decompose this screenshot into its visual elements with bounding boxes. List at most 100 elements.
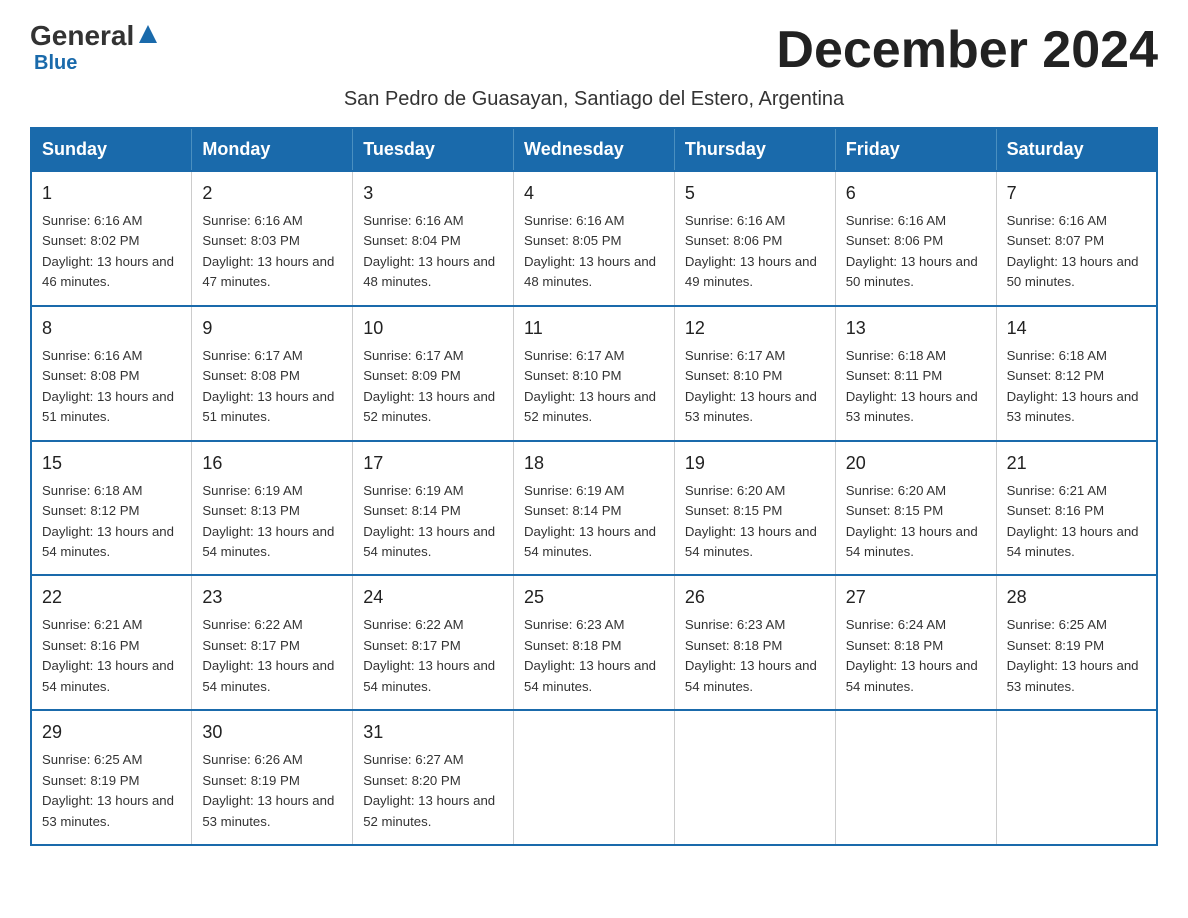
day-number: 18: [524, 450, 664, 477]
day-info: Sunrise: 6:16 AMSunset: 8:08 PMDaylight:…: [42, 348, 174, 424]
calendar-day-cell: 6 Sunrise: 6:16 AMSunset: 8:06 PMDayligh…: [835, 171, 996, 306]
day-info: Sunrise: 6:17 AMSunset: 8:09 PMDaylight:…: [363, 348, 495, 424]
day-number: 16: [202, 450, 342, 477]
day-number: 25: [524, 584, 664, 611]
weekday-header-saturday: Saturday: [996, 128, 1157, 171]
calendar-day-cell: 21 Sunrise: 6:21 AMSunset: 8:16 PMDaylig…: [996, 441, 1157, 576]
day-info: Sunrise: 6:16 AMSunset: 8:03 PMDaylight:…: [202, 213, 334, 289]
day-number: 24: [363, 584, 503, 611]
logo-general-text: General: [30, 20, 134, 52]
day-number: 31: [363, 719, 503, 746]
weekday-header-row: SundayMondayTuesdayWednesdayThursdayFrid…: [31, 128, 1157, 171]
day-info: Sunrise: 6:17 AMSunset: 8:10 PMDaylight:…: [685, 348, 817, 424]
weekday-header-monday: Monday: [192, 128, 353, 171]
calendar-day-cell: 15 Sunrise: 6:18 AMSunset: 8:12 PMDaylig…: [31, 441, 192, 576]
day-number: 4: [524, 180, 664, 207]
day-number: 21: [1007, 450, 1146, 477]
day-number: 27: [846, 584, 986, 611]
day-number: 5: [685, 180, 825, 207]
day-info: Sunrise: 6:25 AMSunset: 8:19 PMDaylight:…: [42, 752, 174, 828]
calendar-day-cell: 25 Sunrise: 6:23 AMSunset: 8:18 PMDaylig…: [514, 575, 675, 710]
day-info: Sunrise: 6:16 AMSunset: 8:06 PMDaylight:…: [846, 213, 978, 289]
calendar-day-cell: 24 Sunrise: 6:22 AMSunset: 8:17 PMDaylig…: [353, 575, 514, 710]
calendar-week-row: 15 Sunrise: 6:18 AMSunset: 8:12 PMDaylig…: [31, 441, 1157, 576]
header: General Blue December 2024: [30, 20, 1158, 80]
calendar-day-cell: 7 Sunrise: 6:16 AMSunset: 8:07 PMDayligh…: [996, 171, 1157, 306]
day-info: Sunrise: 6:16 AMSunset: 8:05 PMDaylight:…: [524, 213, 656, 289]
day-number: 11: [524, 315, 664, 342]
day-number: 8: [42, 315, 181, 342]
day-number: 20: [846, 450, 986, 477]
day-info: Sunrise: 6:19 AMSunset: 8:13 PMDaylight:…: [202, 483, 334, 559]
calendar-day-cell: [674, 710, 835, 845]
calendar-day-cell: 1 Sunrise: 6:16 AMSunset: 8:02 PMDayligh…: [31, 171, 192, 306]
day-number: 2: [202, 180, 342, 207]
weekday-header-friday: Friday: [835, 128, 996, 171]
calendar-day-cell: 20 Sunrise: 6:20 AMSunset: 8:15 PMDaylig…: [835, 441, 996, 576]
day-info: Sunrise: 6:20 AMSunset: 8:15 PMDaylight:…: [685, 483, 817, 559]
logo-blue-text: Blue: [34, 52, 77, 75]
day-info: Sunrise: 6:16 AMSunset: 8:07 PMDaylight:…: [1007, 213, 1139, 289]
day-number: 1: [42, 180, 181, 207]
calendar-day-cell: 18 Sunrise: 6:19 AMSunset: 8:14 PMDaylig…: [514, 441, 675, 576]
day-info: Sunrise: 6:21 AMSunset: 8:16 PMDaylight:…: [1007, 483, 1139, 559]
day-info: Sunrise: 6:23 AMSunset: 8:18 PMDaylight:…: [524, 617, 656, 693]
day-info: Sunrise: 6:23 AMSunset: 8:18 PMDaylight:…: [685, 617, 817, 693]
day-info: Sunrise: 6:19 AMSunset: 8:14 PMDaylight:…: [524, 483, 656, 559]
day-info: Sunrise: 6:18 AMSunset: 8:12 PMDaylight:…: [42, 483, 174, 559]
calendar-table: SundayMondayTuesdayWednesdayThursdayFrid…: [30, 127, 1158, 846]
day-number: 17: [363, 450, 503, 477]
day-info: Sunrise: 6:18 AMSunset: 8:12 PMDaylight:…: [1007, 348, 1139, 424]
calendar-day-cell: 28 Sunrise: 6:25 AMSunset: 8:19 PMDaylig…: [996, 575, 1157, 710]
calendar-day-cell: 22 Sunrise: 6:21 AMSunset: 8:16 PMDaylig…: [31, 575, 192, 710]
day-number: 30: [202, 719, 342, 746]
day-number: 19: [685, 450, 825, 477]
day-number: 7: [1007, 180, 1146, 207]
calendar-day-cell: 23 Sunrise: 6:22 AMSunset: 8:17 PMDaylig…: [192, 575, 353, 710]
calendar-day-cell: 17 Sunrise: 6:19 AMSunset: 8:14 PMDaylig…: [353, 441, 514, 576]
day-info: Sunrise: 6:22 AMSunset: 8:17 PMDaylight:…: [363, 617, 495, 693]
calendar-day-cell: 4 Sunrise: 6:16 AMSunset: 8:05 PMDayligh…: [514, 171, 675, 306]
calendar-day-cell: [996, 710, 1157, 845]
day-info: Sunrise: 6:16 AMSunset: 8:04 PMDaylight:…: [363, 213, 495, 289]
day-number: 29: [42, 719, 181, 746]
day-number: 26: [685, 584, 825, 611]
day-number: 23: [202, 584, 342, 611]
calendar-day-cell: 2 Sunrise: 6:16 AMSunset: 8:03 PMDayligh…: [192, 171, 353, 306]
calendar-week-row: 29 Sunrise: 6:25 AMSunset: 8:19 PMDaylig…: [31, 710, 1157, 845]
calendar-day-cell: 26 Sunrise: 6:23 AMSunset: 8:18 PMDaylig…: [674, 575, 835, 710]
day-info: Sunrise: 6:17 AMSunset: 8:10 PMDaylight:…: [524, 348, 656, 424]
weekday-header-wednesday: Wednesday: [514, 128, 675, 171]
calendar-day-cell: 10 Sunrise: 6:17 AMSunset: 8:09 PMDaylig…: [353, 306, 514, 441]
weekday-header-sunday: Sunday: [31, 128, 192, 171]
day-number: 22: [42, 584, 181, 611]
day-info: Sunrise: 6:25 AMSunset: 8:19 PMDaylight:…: [1007, 617, 1139, 693]
day-number: 14: [1007, 315, 1146, 342]
calendar-day-cell: [835, 710, 996, 845]
calendar-day-cell: 3 Sunrise: 6:16 AMSunset: 8:04 PMDayligh…: [353, 171, 514, 306]
day-info: Sunrise: 6:24 AMSunset: 8:18 PMDaylight:…: [846, 617, 978, 693]
calendar-week-row: 1 Sunrise: 6:16 AMSunset: 8:02 PMDayligh…: [31, 171, 1157, 306]
day-number: 13: [846, 315, 986, 342]
day-info: Sunrise: 6:27 AMSunset: 8:20 PMDaylight:…: [363, 752, 495, 828]
location-title: San Pedro de Guasayan, Santiago del Este…: [30, 88, 1158, 111]
calendar-day-cell: 31 Sunrise: 6:27 AMSunset: 8:20 PMDaylig…: [353, 710, 514, 845]
calendar-day-cell: 16 Sunrise: 6:19 AMSunset: 8:13 PMDaylig…: [192, 441, 353, 576]
weekday-header-tuesday: Tuesday: [353, 128, 514, 171]
calendar-day-cell: 14 Sunrise: 6:18 AMSunset: 8:12 PMDaylig…: [996, 306, 1157, 441]
weekday-header-thursday: Thursday: [674, 128, 835, 171]
day-info: Sunrise: 6:16 AMSunset: 8:02 PMDaylight:…: [42, 213, 174, 289]
day-info: Sunrise: 6:17 AMSunset: 8:08 PMDaylight:…: [202, 348, 334, 424]
day-number: 12: [685, 315, 825, 342]
logo: General Blue: [30, 20, 159, 75]
calendar-day-cell: 19 Sunrise: 6:20 AMSunset: 8:15 PMDaylig…: [674, 441, 835, 576]
month-title: December 2024: [776, 20, 1158, 80]
day-number: 9: [202, 315, 342, 342]
calendar-day-cell: 13 Sunrise: 6:18 AMSunset: 8:11 PMDaylig…: [835, 306, 996, 441]
day-number: 3: [363, 180, 503, 207]
day-number: 6: [846, 180, 986, 207]
calendar-day-cell: 5 Sunrise: 6:16 AMSunset: 8:06 PMDayligh…: [674, 171, 835, 306]
calendar-day-cell: 29 Sunrise: 6:25 AMSunset: 8:19 PMDaylig…: [31, 710, 192, 845]
day-number: 10: [363, 315, 503, 342]
day-info: Sunrise: 6:21 AMSunset: 8:16 PMDaylight:…: [42, 617, 174, 693]
